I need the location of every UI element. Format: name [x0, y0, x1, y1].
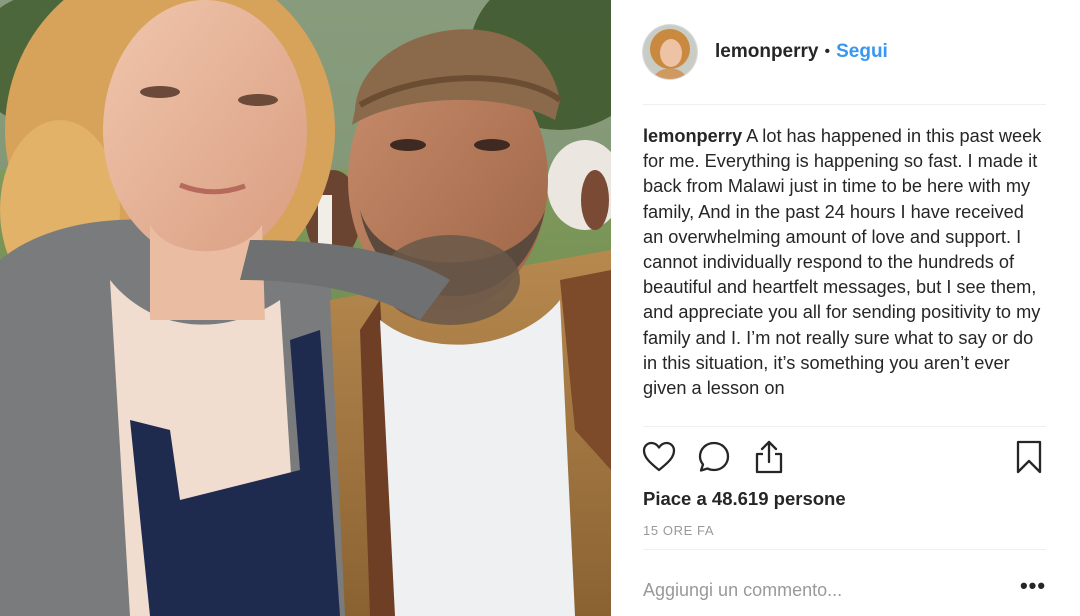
avatar[interactable]: [643, 25, 697, 79]
comment-bubble-icon: [698, 441, 730, 472]
comment-row: •••: [643, 566, 1053, 610]
post-username[interactable]: lemonperry: [715, 41, 818, 63]
likes-count[interactable]: Piace a 48.619 persone: [643, 488, 846, 510]
caption-username[interactable]: lemonperry: [643, 126, 742, 146]
share-button[interactable]: [751, 439, 787, 475]
heart-icon: [642, 441, 676, 472]
post-timestamp[interactable]: 15 ORE FA: [643, 523, 714, 538]
post-caption: lemonperry A lot has happened in this pa…: [643, 124, 1048, 427]
photo-illustration: [0, 0, 611, 616]
save-button[interactable]: [1011, 439, 1047, 475]
bookmark-icon: [1016, 440, 1042, 474]
comment-divider: [643, 549, 1046, 550]
post-panel: lemonperry • Segui lemonperry A lot has …: [611, 0, 1080, 616]
likes-number: 48.619: [711, 488, 769, 509]
caption-divider: [643, 426, 1046, 427]
comment-input[interactable]: [643, 574, 983, 606]
comment-button[interactable]: [696, 439, 732, 475]
share-upload-icon: [755, 440, 783, 474]
avatar-image: [643, 25, 697, 79]
post-photo[interactable]: [0, 0, 611, 616]
post-header: lemonperry • Segui: [643, 22, 1053, 82]
follow-button[interactable]: Segui: [836, 41, 888, 63]
like-button[interactable]: [641, 439, 677, 475]
header-separator: •: [824, 43, 831, 60]
likes-prefix: Piace a: [643, 488, 712, 509]
more-options-icon[interactable]: •••: [1019, 575, 1047, 604]
likes-suffix: persone: [768, 488, 846, 509]
caption-text: A lot has happened in this past week for…: [643, 126, 1042, 399]
action-bar: [641, 439, 1047, 477]
header-divider: [643, 104, 1046, 105]
